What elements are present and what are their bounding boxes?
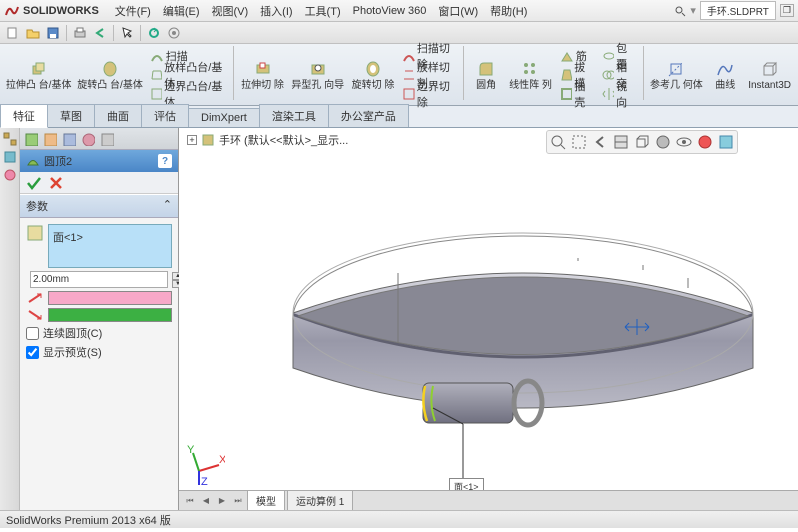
- tab-nav-last[interactable]: ⏭: [231, 494, 245, 508]
- show-preview-checkbox[interactable]: 显示预览(S): [26, 344, 172, 360]
- view-triad: X Y Z: [185, 445, 225, 488]
- config-icon[interactable]: [3, 150, 17, 164]
- chk1-input[interactable]: [26, 327, 39, 340]
- shell-button[interactable]: 抽壳: [557, 85, 597, 103]
- document-name: 手环.SLDPRT: [700, 1, 776, 20]
- restore-icon[interactable]: ❐: [780, 4, 794, 17]
- ref-geometry-button[interactable]: 参考几 何体: [647, 46, 705, 103]
- motion-tabs: ⏮ ◀ ▶ ⏭ 模型 运动算例 1: [179, 490, 798, 510]
- display-icon[interactable]: [3, 168, 17, 182]
- cancel-button[interactable]: [48, 175, 64, 191]
- cut-extrude-button[interactable]: 拉伸切 除: [238, 46, 287, 103]
- options-icon[interactable]: [165, 24, 183, 42]
- pm-tab-render-icon[interactable]: [80, 131, 96, 147]
- fillet-button[interactable]: 圆角: [468, 46, 504, 103]
- ribbon-toolbar: 拉伸凸 台/基体 旋转凸 台/基体 扫描 放样凸台/基体 边界凸台/基体 拉伸切…: [0, 44, 798, 106]
- color2-swatch[interactable]: [48, 308, 172, 322]
- color1-swatch[interactable]: [48, 291, 172, 305]
- app-logo: SOLIDWORKS: [4, 3, 99, 19]
- extrude-boss-button[interactable]: 拉伸凸 台/基体: [4, 46, 73, 103]
- svg-text:Y: Y: [187, 445, 195, 456]
- tab-features[interactable]: 特征: [0, 104, 48, 128]
- menu-help[interactable]: 帮助(H): [484, 1, 533, 21]
- hole-wizard-button[interactable]: 异型孔 向导: [289, 46, 347, 103]
- help-icon[interactable]: ?: [158, 154, 172, 168]
- quick-access-toolbar: [0, 22, 798, 44]
- menu-bar: SOLIDWORKS 文件(F) 编辑(E) 视图(V) 插入(I) 工具(T)…: [0, 0, 798, 22]
- brand-text: SOLIDWORKS: [23, 5, 99, 17]
- model-render: [183, 138, 793, 498]
- pm-tab-other-icon[interactable]: [99, 131, 115, 147]
- instant3d-button[interactable]: Instant3D: [745, 46, 794, 103]
- params-group-body: 面<1> ▲▼ 连续圆顶(C) 显示预览(S): [20, 218, 178, 369]
- menu-edit[interactable]: 编辑(E): [157, 1, 206, 21]
- tab-sketch[interactable]: 草图: [47, 104, 95, 127]
- property-manager: 圆顶2 ? 参数⌃ 面<1> ▲▼: [20, 128, 179, 510]
- face-selection-box[interactable]: 面<1>: [48, 224, 172, 268]
- sw-icon: [4, 3, 20, 19]
- tab-render[interactable]: 渲染工具: [259, 104, 329, 127]
- ok-cancel-row: [20, 172, 178, 194]
- boundary-button[interactable]: 边界凸台/基体: [147, 85, 229, 103]
- feature-tree-icon[interactable]: [3, 132, 17, 146]
- chk2-input[interactable]: [26, 346, 39, 359]
- pm-tab-tree-icon[interactable]: [23, 131, 39, 147]
- pm-tab-config-icon[interactable]: [61, 131, 77, 147]
- linear-pattern-button[interactable]: 线性阵 列: [506, 46, 555, 103]
- menu-file[interactable]: 文件(F): [109, 1, 157, 21]
- menu-window[interactable]: 窗口(W): [432, 1, 484, 21]
- left-toolbar: [0, 128, 20, 510]
- params-group-header[interactable]: 参数⌃: [20, 194, 178, 218]
- new-icon[interactable]: [4, 24, 22, 42]
- model-tab[interactable]: 模型: [247, 490, 285, 510]
- cut-revolve-button[interactable]: 旋转切 除: [349, 46, 398, 103]
- pm-title: 圆顶2: [44, 153, 72, 169]
- ok-button[interactable]: [26, 175, 42, 191]
- motion-study-tab[interactable]: 运动算例 1: [287, 490, 353, 510]
- workspace: 圆顶2 ? 参数⌃ 面<1> ▲▼: [0, 128, 798, 510]
- pm-title-bar: 圆顶2 ?: [20, 150, 178, 172]
- revolve-boss-button[interactable]: 旋转凸 台/基体: [75, 46, 144, 103]
- status-bar: SolidWorks Premium 2013 x64 版: [0, 510, 798, 528]
- command-tabs: 特征 草图 曲面 评估 DimXpert 渲染工具 办公室产品: [0, 106, 798, 128]
- menu-photoview[interactable]: PhotoView 360: [347, 3, 433, 19]
- menu-insert[interactable]: 插入(I): [254, 1, 298, 21]
- move-manipulator[interactable]: [624, 318, 650, 339]
- status-text: SolidWorks Premium 2013 x64 版: [6, 512, 171, 528]
- save-icon[interactable]: [44, 24, 62, 42]
- svg-text:Z: Z: [201, 476, 208, 485]
- mirror-button[interactable]: 镜向: [599, 85, 639, 103]
- svg-text:X: X: [219, 454, 225, 466]
- curves-button[interactable]: 曲线: [707, 46, 743, 103]
- tab-dimxpert[interactable]: DimXpert: [188, 108, 260, 127]
- dir2-icon: [26, 308, 44, 322]
- collapse-icon[interactable]: ⌃: [163, 198, 172, 214]
- tab-office[interactable]: 办公室产品: [328, 104, 409, 127]
- face-select-icon: [26, 224, 44, 242]
- pm-tab-prop-icon[interactable]: [42, 131, 58, 147]
- dir1-icon: [26, 291, 44, 305]
- tab-nav-prev[interactable]: ◀: [199, 494, 213, 508]
- open-icon[interactable]: [24, 24, 42, 42]
- distance-input[interactable]: [30, 271, 168, 288]
- dome-icon: [26, 154, 40, 168]
- rebuild-icon[interactable]: [145, 24, 163, 42]
- tab-surface[interactable]: 曲面: [94, 104, 142, 127]
- tab-nav-first[interactable]: ⏮: [183, 494, 197, 508]
- undo-icon[interactable]: [91, 24, 109, 42]
- continuous-dome-checkbox[interactable]: 连续圆顶(C): [26, 325, 172, 341]
- menu-view[interactable]: 视图(V): [206, 1, 255, 21]
- print-icon[interactable]: [71, 24, 89, 42]
- panel-tab-row: [20, 128, 178, 150]
- boundary-cut-button[interactable]: 边界切除: [399, 85, 459, 103]
- search-icon[interactable]: [674, 5, 686, 17]
- select-icon[interactable]: [118, 24, 136, 42]
- tab-evaluate[interactable]: 评估: [141, 104, 189, 127]
- graphics-viewport[interactable]: + 手环 (默认<<默认>_显示...: [179, 128, 798, 510]
- menu-tools[interactable]: 工具(T): [299, 1, 347, 21]
- tab-nav-next[interactable]: ▶: [215, 494, 229, 508]
